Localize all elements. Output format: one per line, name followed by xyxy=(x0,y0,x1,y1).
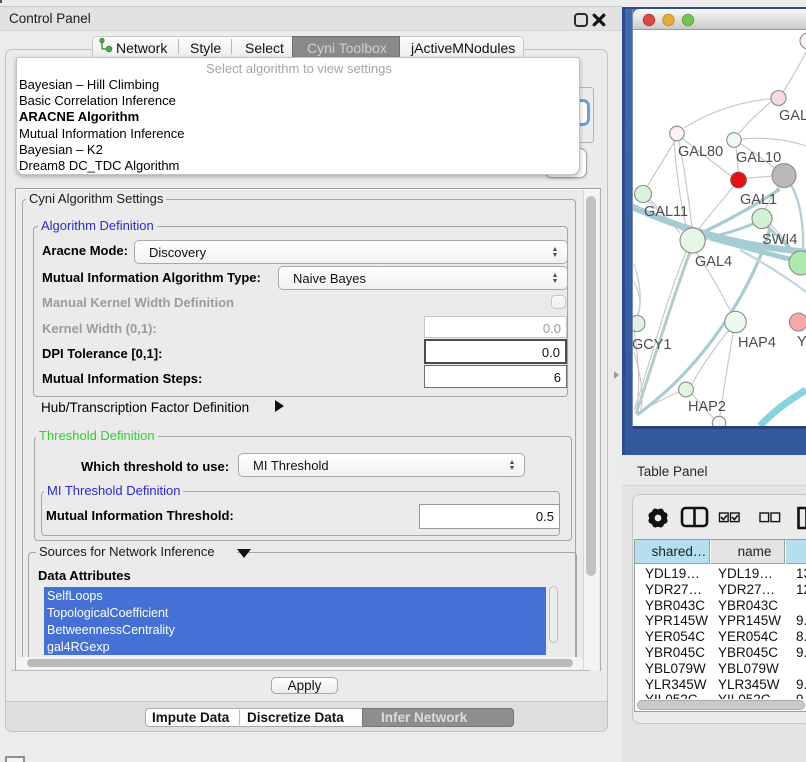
svg-text:SWI4: SWI4 xyxy=(762,232,797,248)
svg-text:Y: Y xyxy=(797,334,806,350)
svg-text:HAP4: HAP4 xyxy=(738,335,776,351)
svg-text:GAL4: GAL4 xyxy=(695,254,732,270)
svg-text:GAL: GAL xyxy=(779,108,806,124)
svg-text:GAL11: GAL11 xyxy=(644,204,688,220)
svg-text:GCY1: GCY1 xyxy=(633,337,672,353)
svg-text:GAL80: GAL80 xyxy=(678,144,723,160)
svg-text:GAL1: GAL1 xyxy=(740,192,777,208)
svg-text:HAP2: HAP2 xyxy=(688,399,726,415)
svg-text:GAL10: GAL10 xyxy=(736,150,781,166)
